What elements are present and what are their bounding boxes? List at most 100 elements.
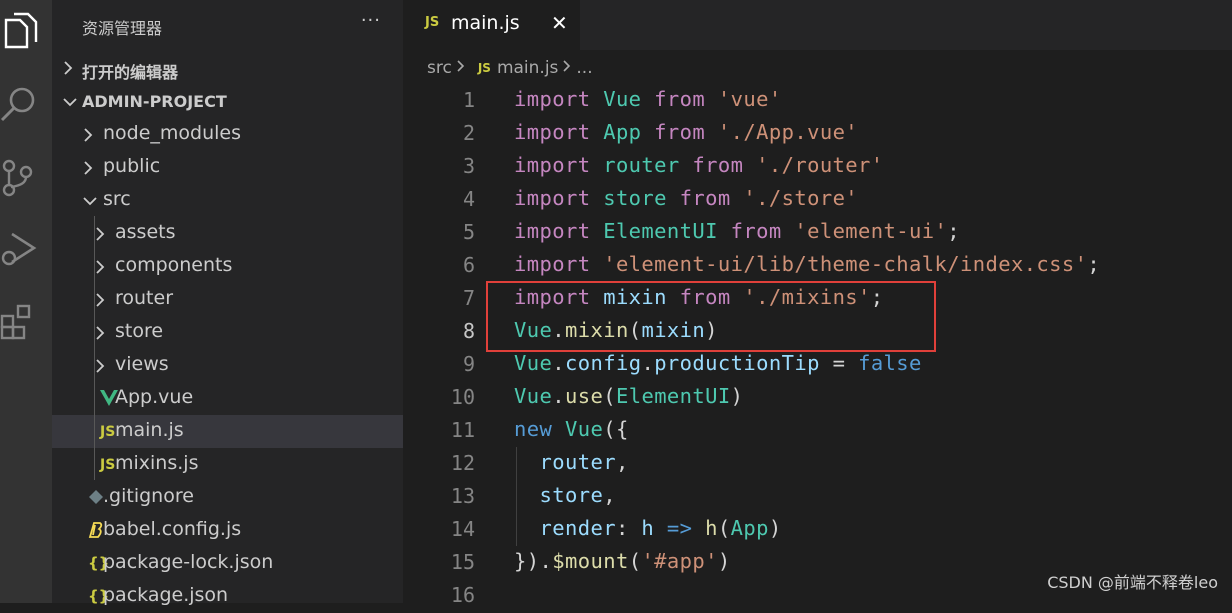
tree-item[interactable]: public (52, 151, 403, 184)
highlight-box (486, 281, 936, 352)
tree-item[interactable]: views (52, 349, 403, 382)
line-number: 16 (450, 583, 475, 607)
run-debug-icon[interactable] (0, 228, 40, 268)
code-token: ) (768, 516, 782, 540)
code-line[interactable]: import ElementUI from 'element-ui'; (514, 219, 960, 243)
tree-item[interactable]: babel.config.js (52, 514, 403, 547)
tree-item[interactable]: src (52, 184, 403, 217)
code-line[interactable]: Vue.use(ElementUI) (514, 384, 743, 408)
tree-item-label: assets (115, 221, 176, 243)
code-line[interactable]: import router from './router' (514, 153, 884, 177)
code-line[interactable]: import Vue from 'vue' (514, 87, 782, 111)
breadcrumb-file[interactable]: main.js (497, 58, 558, 78)
extensions-icon[interactable] (0, 302, 40, 342)
tree-item[interactable]: JS main.js (52, 415, 403, 448)
code-token: h (705, 516, 718, 540)
indent-guide (94, 216, 95, 480)
code-token: $mount (552, 549, 629, 573)
project-section[interactable]: ADMIN-PROJECT (52, 85, 403, 118)
tree-item[interactable]: components (52, 250, 403, 283)
chevron-down-icon (62, 93, 78, 112)
open-editors-label: 打开的编辑器 (82, 63, 179, 82)
editor-area: JS main.js ✕ src JS main.js... 1 2 3 4 5 6 7 8 9 10… (403, 0, 1232, 607)
source-control-icon[interactable] (0, 158, 40, 198)
chevron-right-icon (456, 58, 466, 78)
code-token: => (654, 516, 706, 540)
more-actions-icon[interactable]: ··· (361, 10, 381, 31)
line-number: 5 (462, 220, 475, 244)
code-token: false (858, 351, 922, 375)
tree-item-label: views (115, 353, 169, 375)
line-number: 1 (462, 88, 475, 112)
code-token: ElementUI (603, 219, 718, 243)
indent-guide (516, 447, 517, 546)
code-token: './App.vue' (717, 120, 859, 144)
code-token: . (641, 351, 655, 375)
breadcrumb-more[interactable]: ... (576, 58, 592, 78)
git-file-icon (88, 489, 104, 509)
breadcrumb-folder[interactable]: src (427, 58, 452, 78)
code-token: Vue (564, 417, 604, 441)
tree-item-label: src (103, 188, 131, 210)
code-line[interactable]: router, (514, 450, 629, 474)
code-line[interactable]: store, (514, 483, 616, 507)
tree-item[interactable]: .gitignore (52, 481, 403, 514)
line-number: 2 (462, 121, 475, 145)
code-token: router (539, 450, 616, 474)
chevron-down-icon (82, 192, 97, 208)
tree-item[interactable]: {} package-lock.json (52, 547, 403, 580)
chevron-right-icon (562, 58, 572, 78)
files-icon[interactable] (0, 10, 40, 50)
code-token: import (514, 120, 604, 144)
code-line[interactable]: render: h => h(App) (514, 516, 782, 540)
code-token: ({ (603, 417, 629, 441)
code-token: from (666, 186, 744, 210)
tab-bar: JS main.js ✕ (403, 0, 1232, 50)
code-token: store (603, 186, 667, 210)
code-token: 'element-ui/lib/theme-chalk/index.css' (603, 252, 1088, 276)
tree-item-label: package-lock.json (103, 551, 274, 573)
breadcrumb: src JS main.js... (427, 58, 593, 80)
tree-item[interactable]: store (52, 316, 403, 349)
code-token: ) (730, 384, 744, 408)
chevron-right-icon (94, 225, 108, 241)
tree-item-label: router (115, 287, 174, 309)
code-token: import (514, 252, 604, 276)
code-token: ; (1087, 252, 1101, 276)
tree-item[interactable]: router (52, 283, 403, 316)
tree-item[interactable]: App.vue (52, 382, 403, 415)
tree-item-label: public (103, 155, 161, 177)
tree-item[interactable]: node_modules (52, 118, 403, 151)
code-line[interactable]: }).$mount('#app') (514, 549, 731, 573)
tree-item-label: .gitignore (103, 485, 194, 507)
tab-main-js[interactable]: JS main.js ✕ (403, 0, 580, 50)
tree-item[interactable]: {} package.json (52, 580, 403, 613)
line-number: 3 (462, 154, 475, 178)
code-line[interactable]: new Vue({ (514, 417, 629, 441)
tree-item[interactable]: assets (52, 217, 403, 250)
chevron-right-icon (94, 324, 108, 340)
code-line[interactable]: import App from './App.vue' (514, 120, 858, 144)
tree-item-label: main.js (115, 419, 184, 441)
search-icon[interactable] (0, 84, 40, 124)
code-line[interactable]: import 'element-ui/lib/theme-chalk/index… (514, 252, 1100, 276)
code-token: Vue (514, 384, 553, 408)
close-icon[interactable]: ✕ (551, 11, 568, 35)
code-token: '#app' (641, 549, 718, 573)
tree-item-label: store (115, 320, 164, 342)
line-number: 10 (450, 385, 475, 409)
line-number: 7 (462, 286, 475, 310)
code-line[interactable]: Vue.config.productionTip = false (514, 351, 922, 375)
code-token: from (717, 219, 795, 243)
tree-item[interactable]: JS mixins.js (52, 448, 403, 481)
code-token: ( (603, 384, 616, 408)
code-line[interactable]: import store from './store' (514, 186, 858, 210)
code-token: ( (717, 516, 731, 540)
line-number: 11 (450, 418, 475, 442)
code-token: ) (717, 549, 731, 573)
code-token: './router' (756, 153, 884, 177)
open-editors-section[interactable]: 打开的编辑器 (52, 52, 403, 85)
